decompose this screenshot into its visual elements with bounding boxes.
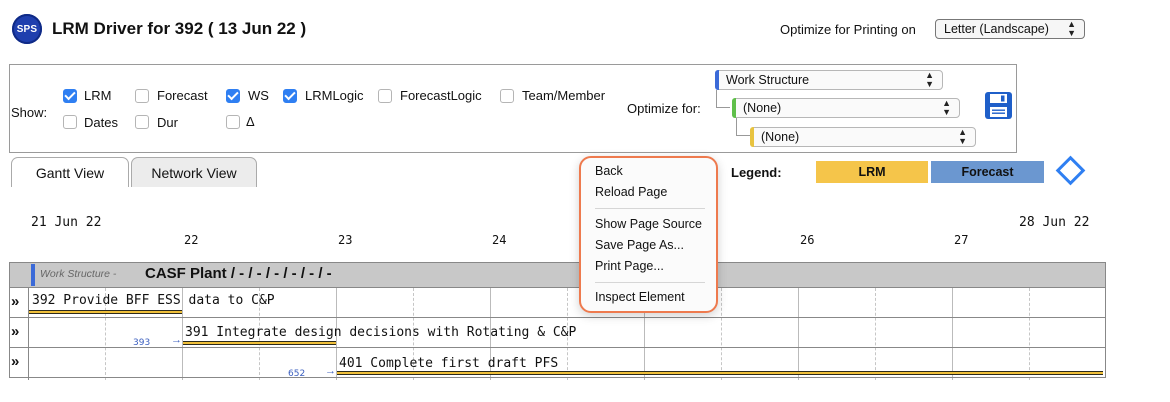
select-arrows-icon: ▲ ▼ (942, 98, 951, 117)
select-arrows-icon: ▲ ▼ (925, 70, 934, 89)
menu-separator (595, 208, 705, 209)
dependency-arrow-icon: → (325, 365, 336, 377)
tab-network-view[interactable]: Network View (131, 157, 257, 187)
checkbox-label-ws: WS (248, 88, 269, 103)
print-optimize-label: Optimize for Printing on (780, 22, 916, 37)
ws-prefix: Work Structure - (40, 268, 117, 280)
legend-forecast: Forecast (931, 161, 1044, 183)
dependency-arrow-icon: → (171, 334, 182, 346)
checkbox-label-lrm: LRM (84, 88, 112, 103)
checkbox-forecast[interactable] (135, 89, 149, 103)
checkbox-ws[interactable] (226, 89, 240, 103)
print-format-select[interactable]: Letter (Landscape) ▲ ▼ (935, 19, 1085, 39)
expand-chevron-icon[interactable]: » (11, 323, 19, 340)
legend-label: Legend: (731, 165, 782, 180)
checkbox-lrmlogic[interactable] (283, 89, 297, 103)
timeline-start-date: 21 Jun 22 (31, 215, 102, 230)
group-select-1[interactable]: Work Structure ▲ ▼ (715, 70, 943, 90)
milestone-diamond-icon[interactable] (1055, 155, 1086, 186)
select-color-bar (750, 127, 754, 147)
save-icon[interactable] (984, 91, 1013, 120)
page-title: LRM Driver for 392 ( 13 Jun 22 ) (52, 19, 307, 38)
show-label: Show: (11, 105, 48, 120)
task-label: 391 Integrate design decisions with Rota… (185, 325, 577, 340)
checkbox-label-delta: Δ (246, 114, 255, 129)
task-label: 392 Provide BFF ESS data to C&P (32, 293, 275, 308)
ws-color-bar (31, 264, 35, 286)
group-select-2[interactable]: (None) ▲ ▼ (732, 98, 960, 118)
group-select-1-value: Work Structure (726, 73, 810, 87)
select-color-bar (732, 98, 736, 118)
task-bar-lrm[interactable] (29, 310, 182, 314)
tab-gantt-view[interactable]: Gantt View (11, 157, 129, 187)
select-arrows-icon: ▲ ▼ (958, 127, 967, 146)
legend-lrm-label: LRM (858, 165, 886, 179)
context-menu: Back Reload Page Show Page Source Save P… (579, 156, 718, 313)
context-menu-item-reload[interactable]: Reload Page (595, 185, 667, 199)
timeline-tick: 26 (800, 233, 815, 247)
checkbox-label-dur: Dur (157, 115, 178, 130)
print-format-value: Letter (Landscape) (944, 22, 1049, 36)
tree-connector (716, 90, 730, 108)
select-color-bar (715, 70, 719, 90)
select-arrows-icon: ▲ ▼ (1067, 19, 1076, 38)
menu-separator (595, 282, 705, 283)
checkbox-dates[interactable] (63, 115, 77, 129)
legend-forecast-label: Forecast (961, 165, 1014, 179)
timeline-tick: 27 (954, 233, 969, 247)
checkbox-label-forecast: Forecast (157, 88, 208, 103)
timeline-tick: 23 (338, 233, 353, 247)
dependency-label: 652 (288, 369, 306, 379)
tree-connector (736, 118, 750, 136)
expand-chevron-icon[interactable]: » (11, 293, 19, 310)
checkbox-lrm[interactable] (63, 89, 77, 103)
row-chevron-divider (28, 288, 29, 380)
legend-lrm: LRM (816, 161, 928, 183)
sps-logo: SPS (12, 14, 42, 44)
context-menu-item-inspect[interactable]: Inspect Element (595, 290, 685, 304)
group-select-3-value: (None) (761, 130, 800, 144)
dependency-label: 393 (133, 338, 151, 348)
checkbox-team-member[interactable] (500, 89, 514, 103)
context-menu-item-back[interactable]: Back (595, 164, 623, 178)
group-select-2-value: (None) (743, 101, 782, 115)
timeline-end-date: 28 Jun 22 (1019, 215, 1090, 230)
tab-gantt-view-label: Gantt View (35, 164, 105, 181)
checkbox-label-forecastlogic: ForecastLogic (400, 88, 482, 103)
tab-network-view-label: Network View (151, 164, 237, 181)
timeline-tick: 22 (184, 233, 199, 247)
checkbox-delta[interactable] (226, 115, 240, 129)
task-bar-lrm[interactable] (183, 341, 336, 345)
checkbox-label-dates: Dates (84, 115, 118, 130)
checkbox-label-lrmlogic: LRMLogic (305, 88, 364, 103)
checkbox-label-team-member: Team/Member (522, 88, 606, 103)
timeline-tick: 24 (492, 233, 507, 247)
context-menu-item-print[interactable]: Print Page... (595, 259, 664, 273)
context-menu-item-view-source[interactable]: Show Page Source (595, 217, 702, 231)
expand-chevron-icon[interactable]: » (11, 353, 19, 370)
context-menu-item-save-page[interactable]: Save Page As... (595, 238, 684, 252)
group-select-3[interactable]: (None) ▲ ▼ (750, 127, 976, 147)
checkbox-forecastlogic[interactable] (378, 89, 392, 103)
task-label: 401 Complete first draft PFS (339, 356, 559, 371)
ws-name: CASF Plant / - / - / - / - / - / - (145, 265, 332, 282)
task-bar-lrm[interactable] (337, 371, 1103, 375)
checkbox-dur[interactable] (135, 115, 149, 129)
optimize-for-label: Optimize for: (627, 101, 701, 116)
